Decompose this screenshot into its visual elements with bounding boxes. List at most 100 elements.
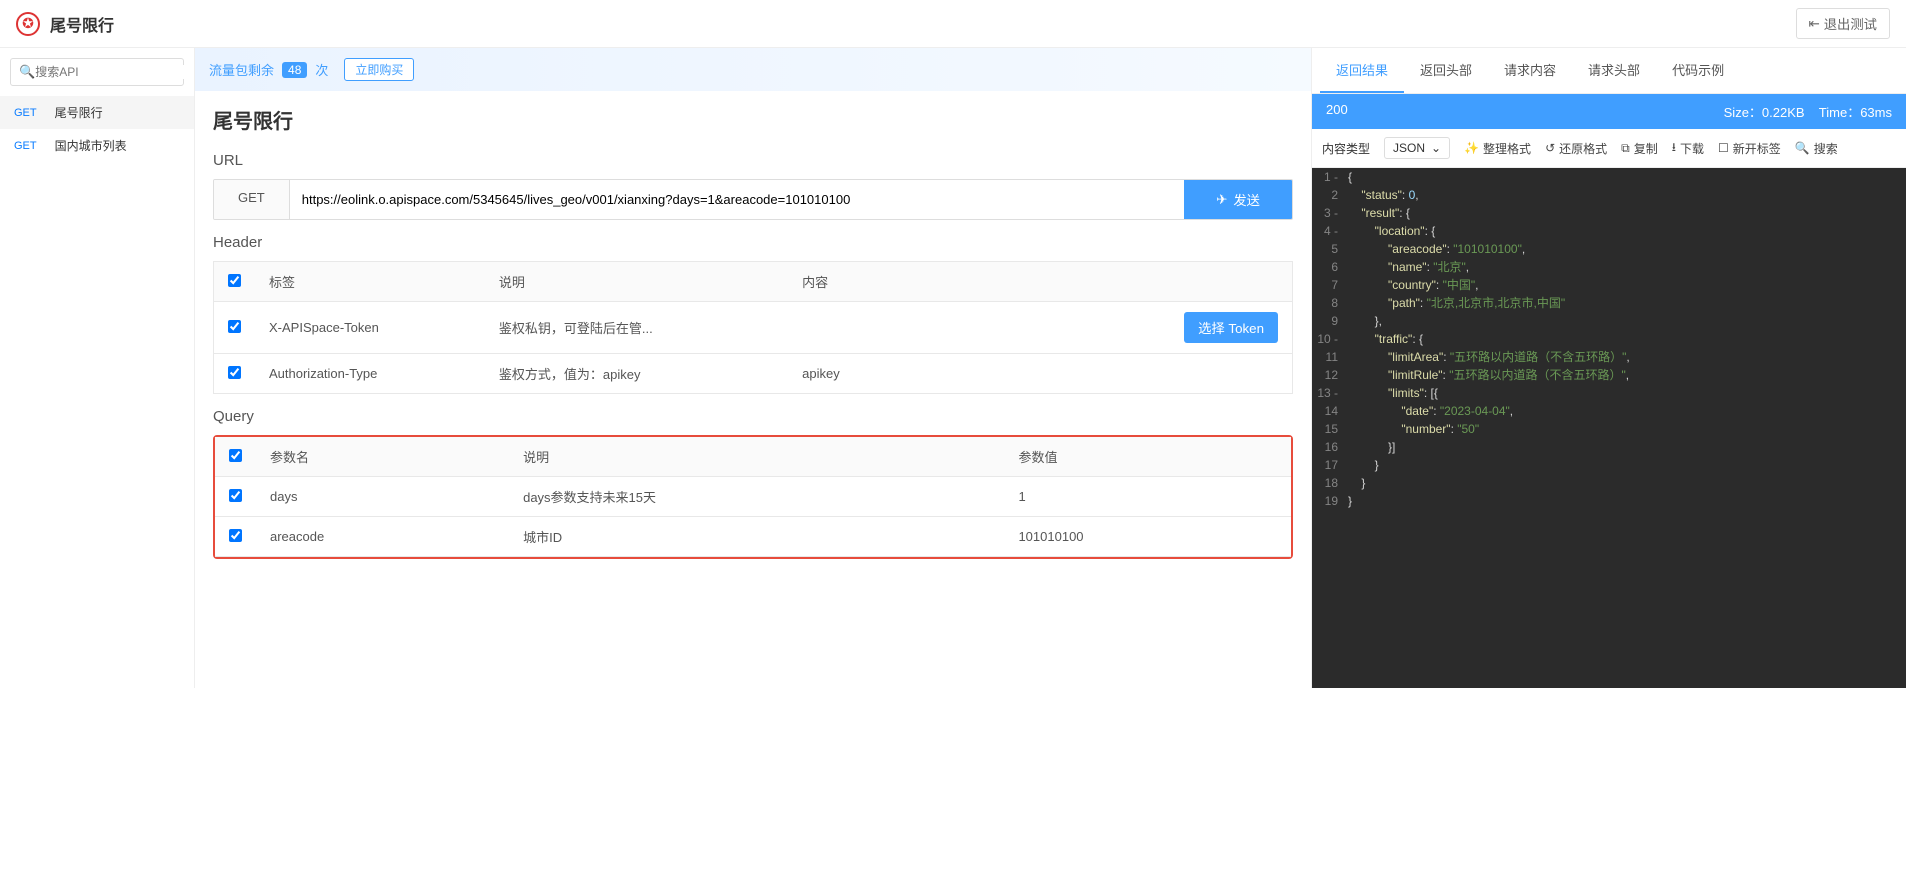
code-line: 12 "limitRule": "五环路以内道路（不含五环路）", — [1312, 366, 1906, 384]
code-line: 18 } — [1312, 474, 1906, 492]
sidebar-api-item[interactable]: GET 国内城市列表 — [0, 129, 194, 162]
select-all-checkbox[interactable] — [228, 274, 241, 287]
response-tab[interactable]: 请求头部 — [1572, 48, 1656, 93]
query-section-label: Query — [213, 408, 1293, 425]
code-line: 9 }, — [1312, 312, 1906, 330]
page-title: 尾号限行 — [213, 105, 1293, 134]
copy-icon: ⧉ — [1621, 141, 1630, 156]
code-line: 6 "name": "北京", — [1312, 258, 1906, 276]
code-line: 10 - "traffic": { — [1312, 330, 1906, 348]
response-tabs: 返回结果返回头部请求内容请求头部代码示例 — [1312, 48, 1906, 94]
table-row: daysdays参数支持未来15天1 — [215, 477, 1291, 517]
top-header: ✪ 尾号限行 ⇤ 退出测试 — [0, 0, 1906, 48]
search-input-wrap[interactable]: 🔍 — [10, 58, 184, 86]
query-table: 参数名说明参数值 daysdays参数支持未来15天1areacode城市ID1… — [215, 437, 1291, 557]
code-line: 8 "path": "北京,北京市,北京市,中国" — [1312, 294, 1906, 312]
tidy-format-button[interactable]: ✨整理格式 — [1464, 140, 1531, 157]
table-row: Authorization-Type鉴权方式，值为：apikeyapikey — [214, 354, 1293, 394]
code-line: 19} — [1312, 492, 1906, 510]
app-title: 尾号限行 — [50, 12, 114, 36]
cell-val: 选择 Token — [788, 302, 1292, 354]
app-logo-icon: ✪ — [16, 12, 40, 36]
method-badge: GET — [14, 140, 37, 152]
method-badge: GET — [14, 107, 37, 119]
copy-button[interactable]: ⧉复制 — [1621, 140, 1658, 157]
table-header: 说明 — [509, 437, 1004, 477]
row-checkbox[interactable] — [229, 489, 242, 502]
response-tab[interactable]: 代码示例 — [1656, 48, 1740, 93]
table-header: 参数名 — [256, 437, 509, 477]
response-tab[interactable]: 请求内容 — [1488, 48, 1572, 93]
code-line: 2 "status": 0, — [1312, 186, 1906, 204]
status-code: 200 — [1326, 102, 1348, 121]
response-size: Size：0.22KB — [1724, 105, 1805, 120]
exit-label: 退出测试 — [1824, 14, 1877, 33]
send-button[interactable]: ✈ 发送 — [1184, 180, 1292, 219]
format-select[interactable]: JSON ⌄ — [1384, 137, 1450, 159]
restore-format-button[interactable]: ↺还原格式 — [1545, 140, 1607, 157]
response-toolbar: 内容类型 JSON ⌄ ✨整理格式 ↺还原格式 ⧉复制 ⭳下载 ☐新开标签 🔍搜… — [1312, 129, 1906, 168]
exit-test-button[interactable]: ⇤ 退出测试 — [1796, 8, 1890, 39]
code-line: 17 } — [1312, 456, 1906, 474]
send-icon: ✈ — [1216, 192, 1227, 208]
code-line: 1 -{ — [1312, 168, 1906, 186]
cell-name: days — [256, 477, 509, 517]
code-line: 3 - "result": { — [1312, 204, 1906, 222]
cell-tag: Authorization-Type — [255, 354, 485, 394]
response-panel: 返回结果返回头部请求内容请求头部代码示例 200 Size：0.22KB Tim… — [1311, 48, 1906, 688]
request-panel: 流量包剩余 48 次 立即购买 尾号限行 URL GET ✈ 发送 Header — [195, 48, 1311, 688]
code-line: 13 - "limits": [{ — [1312, 384, 1906, 402]
code-line: 7 "country": "中国", — [1312, 276, 1906, 294]
table-row: X-APISpace-Token鉴权私钥，可登陆后在管... 选择 Token — [214, 302, 1293, 354]
cell-desc: 鉴权方式，值为：apikey — [485, 354, 788, 394]
header-table: 标签说明内容 X-APISpace-Token鉴权私钥，可登陆后在管... 选择 … — [213, 261, 1293, 394]
newtab-button[interactable]: ☐新开标签 — [1718, 140, 1781, 157]
select-token-button[interactable]: 选择 Token — [1184, 312, 1278, 343]
download-icon: ⭳ — [1672, 138, 1676, 159]
content-type-label: 内容类型 — [1322, 140, 1370, 157]
table-header: 内容 — [788, 262, 1292, 302]
send-label: 发送 — [1233, 190, 1260, 209]
sidebar: 🔍 GET 尾号限行 GET 国内城市列表 — [0, 48, 195, 688]
response-code[interactable]: 1 -{2 "status": 0,3 - "result": {4 - "lo… — [1312, 168, 1906, 688]
newtab-icon: ☐ — [1718, 141, 1729, 155]
status-bar: 200 Size：0.22KB Time：63ms — [1312, 94, 1906, 129]
search-icon: 🔍 — [1795, 141, 1810, 155]
wand-icon: ✨ — [1464, 141, 1479, 155]
select-all-checkbox[interactable] — [229, 449, 242, 462]
search-input[interactable] — [35, 65, 190, 79]
cell-name: areacode — [256, 517, 509, 557]
buy-button[interactable]: 立即购买 — [344, 58, 414, 81]
search-response-button[interactable]: 🔍搜索 — [1795, 140, 1838, 157]
quota-banner: 流量包剩余 48 次 立即购买 — [195, 48, 1311, 91]
code-line: 14 "date": "2023-04-04", — [1312, 402, 1906, 420]
row-checkbox[interactable] — [228, 320, 241, 333]
chevron-down-icon: ⌄ — [1431, 141, 1441, 155]
cell-desc: 鉴权私钥，可登陆后在管... — [485, 302, 788, 354]
cell-val: apikey — [788, 354, 1292, 394]
table-row: areacode城市ID101010100 — [215, 517, 1291, 557]
search-icon: 🔍 — [19, 64, 35, 80]
sidebar-api-item[interactable]: GET 尾号限行 — [0, 96, 194, 129]
url-input[interactable] — [290, 180, 1184, 219]
blurred-token — [802, 312, 982, 326]
response-tab[interactable]: 返回头部 — [1404, 48, 1488, 93]
http-method: GET — [214, 180, 290, 219]
api-name: 国内城市列表 — [55, 137, 127, 154]
api-name: 尾号限行 — [55, 104, 103, 121]
cell-desc: 城市ID — [509, 517, 1004, 557]
response-tab[interactable]: 返回结果 — [1320, 48, 1404, 93]
quota-label: 流量包剩余 — [209, 60, 274, 79]
download-button[interactable]: ⭳下载 — [1672, 138, 1704, 159]
quota-count: 48 — [282, 62, 307, 78]
table-header: 参数值 — [1004, 437, 1291, 477]
response-time: Time：63ms — [1819, 105, 1892, 120]
table-header: 说明 — [485, 262, 788, 302]
cell-val: 101010100 — [1004, 517, 1291, 557]
table-header: 标签 — [255, 262, 485, 302]
cell-tag: X-APISpace-Token — [255, 302, 485, 354]
exit-icon: ⇤ — [1809, 16, 1820, 32]
code-line: 15 "number": "50" — [1312, 420, 1906, 438]
row-checkbox[interactable] — [228, 366, 241, 379]
row-checkbox[interactable] — [229, 529, 242, 542]
